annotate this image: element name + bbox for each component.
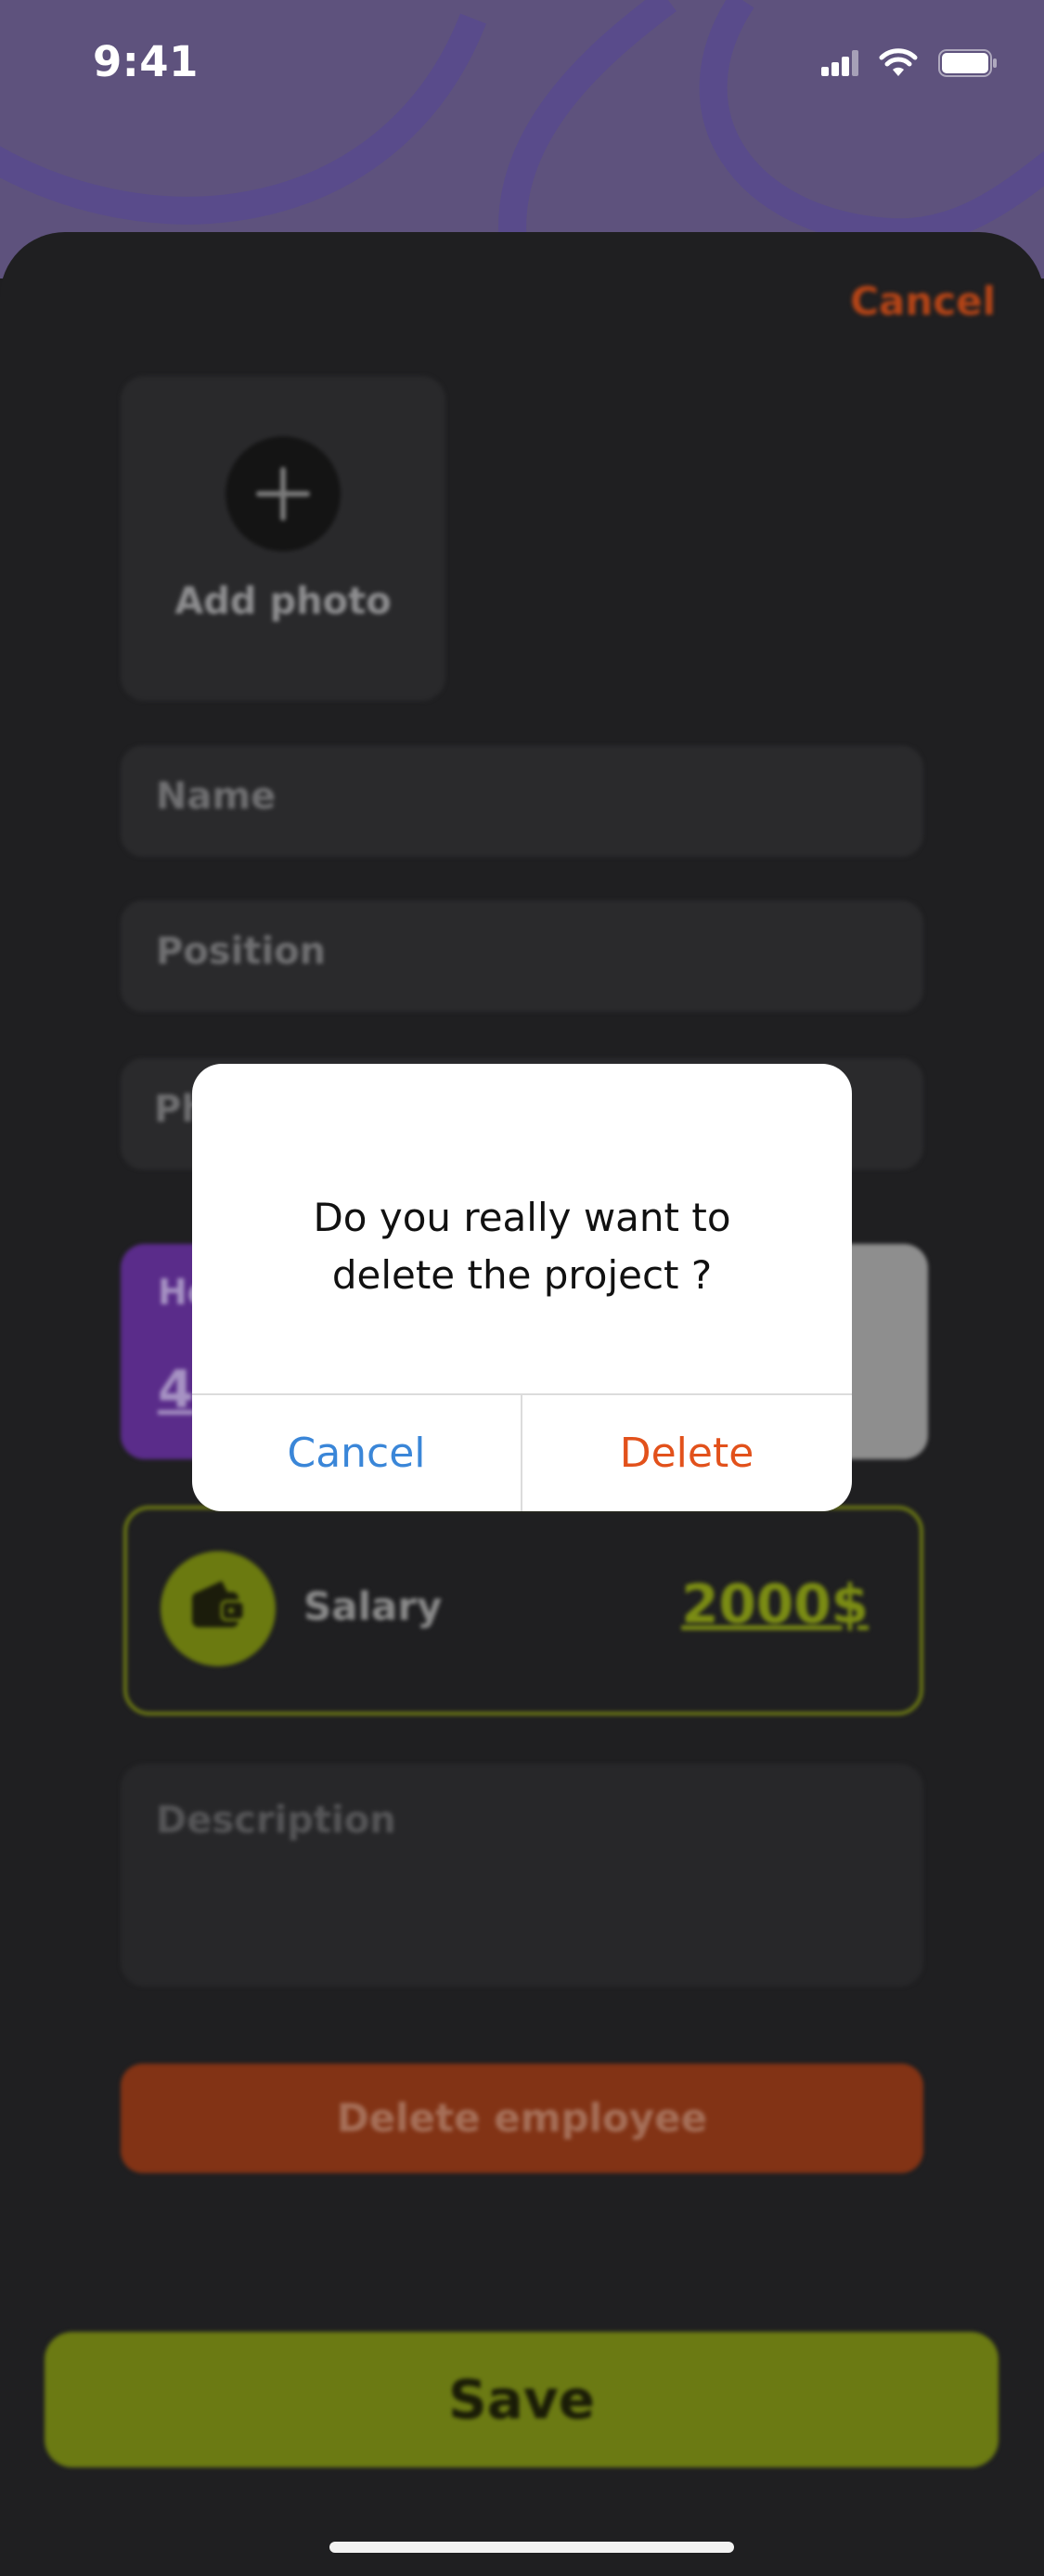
home-indicator <box>329 2542 734 2553</box>
plus-icon <box>256 467 310 521</box>
header-cancel-button[interactable]: Cancel <box>850 278 996 324</box>
dialog-cancel-button[interactable]: Cancel <box>192 1395 521 1511</box>
name-field[interactable]: Name <box>121 745 923 857</box>
hours-value: 4 <box>158 1360 194 1420</box>
delete-employee-button[interactable]: Delete employee <box>121 2064 923 2173</box>
dialog-message-line2: delete the project ? <box>331 1252 713 1298</box>
position-placeholder: Position <box>156 930 327 973</box>
salary-value[interactable]: 2000$ <box>681 1573 869 1636</box>
save-button[interactable]: Save <box>45 2332 999 2467</box>
delete-confirmation-dialog: Do you really want to delete the project… <box>192 1064 852 1511</box>
wifi-icon <box>879 48 918 76</box>
status-icons <box>821 48 998 78</box>
salary-card[interactable]: Salary 2000$ <box>123 1506 923 1715</box>
dialog-message: Do you really want to delete the project… <box>229 1189 815 1304</box>
add-photo-label: Add photo <box>174 580 392 623</box>
description-field[interactable]: Description <box>121 1764 923 1987</box>
signal-icon <box>821 50 858 76</box>
status-bar: 9:41 <box>0 0 1044 130</box>
dialog-message-line1: Do you really want to <box>313 1195 731 1240</box>
position-field[interactable]: Position <box>121 900 923 1012</box>
status-time: 9:41 <box>93 37 199 86</box>
description-placeholder: Description <box>156 1799 396 1842</box>
add-photo-button[interactable] <box>226 436 341 551</box>
dialog-delete-button[interactable]: Delete <box>522 1395 851 1511</box>
salary-label: Salary <box>303 1584 443 1629</box>
battery-icon <box>938 49 997 77</box>
name-placeholder: Name <box>156 775 277 818</box>
wallet-icon <box>192 1581 246 1627</box>
add-photo-card[interactable]: Add photo <box>121 376 445 701</box>
wallet-icon-badge <box>161 1551 276 1666</box>
